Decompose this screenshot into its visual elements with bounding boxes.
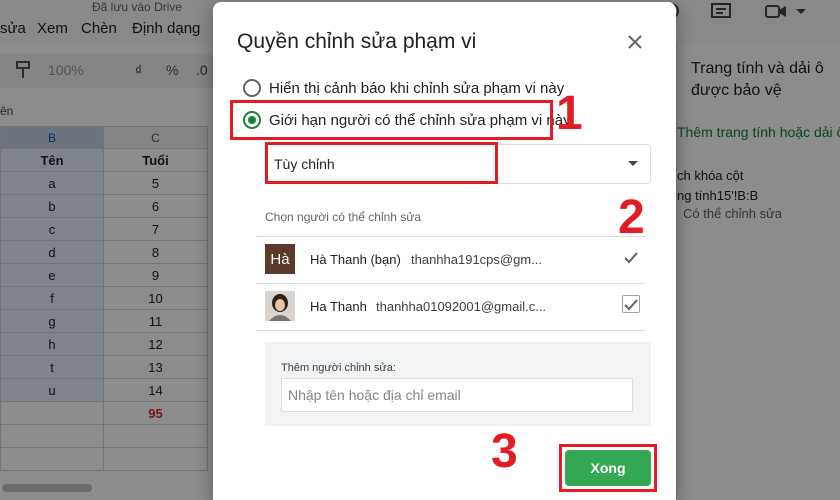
add-editors-panel: Thêm người chỉnh sửa: bbox=[265, 342, 651, 426]
avatar: Hà bbox=[265, 244, 295, 274]
divider bbox=[257, 330, 645, 331]
divider bbox=[257, 236, 645, 237]
step-number-2: 2 bbox=[618, 191, 645, 244]
step-number-3: 3 bbox=[491, 425, 518, 478]
editor-email: thanhha191cps@gm... bbox=[411, 252, 543, 267]
user-photo-icon bbox=[265, 291, 295, 321]
close-icon[interactable] bbox=[623, 30, 647, 54]
radio-button[interactable] bbox=[243, 79, 261, 97]
add-editor-input[interactable] bbox=[281, 378, 633, 412]
add-editors-label: Thêm người chỉnh sửa: bbox=[281, 362, 396, 374]
dialog-title: Quyền chỉnh sửa phạm vi bbox=[237, 30, 477, 53]
highlight-box-step3 bbox=[559, 444, 657, 492]
divider bbox=[257, 283, 645, 284]
check-icon bbox=[624, 252, 638, 264]
editor-row: Ha Thanh thanhha01092001@gmail.c... bbox=[265, 291, 645, 323]
editor-name: Hà Thanh (bạn) bbox=[310, 252, 401, 267]
editor-row: Hà Hà Thanh (bạn) thanhha191cps@gm... bbox=[265, 244, 645, 276]
radio-show-warning[interactable]: Hiển thị cảnh báo khi chỉnh sửa phạm vi … bbox=[243, 76, 564, 100]
dropdown-arrow-icon bbox=[628, 161, 638, 166]
highlight-box-select bbox=[265, 142, 498, 184]
step-number-1: 1 bbox=[556, 87, 583, 140]
highlight-box-step1 bbox=[230, 100, 553, 140]
check-icon bbox=[624, 299, 638, 311]
range-permission-dialog: Quyền chỉnh sửa phạm vi Hiển thị cảnh bá… bbox=[213, 2, 676, 500]
avatar-photo bbox=[265, 291, 295, 321]
radio-label: Hiển thị cảnh báo khi chỉnh sửa phạm vi … bbox=[269, 79, 565, 97]
editor-name: Ha Thanh bbox=[310, 299, 367, 314]
choose-editors-label: Chọn người có thể chỉnh sửa bbox=[265, 210, 422, 224]
editor-email: thanhha01092001@gmail.c... bbox=[376, 299, 547, 314]
